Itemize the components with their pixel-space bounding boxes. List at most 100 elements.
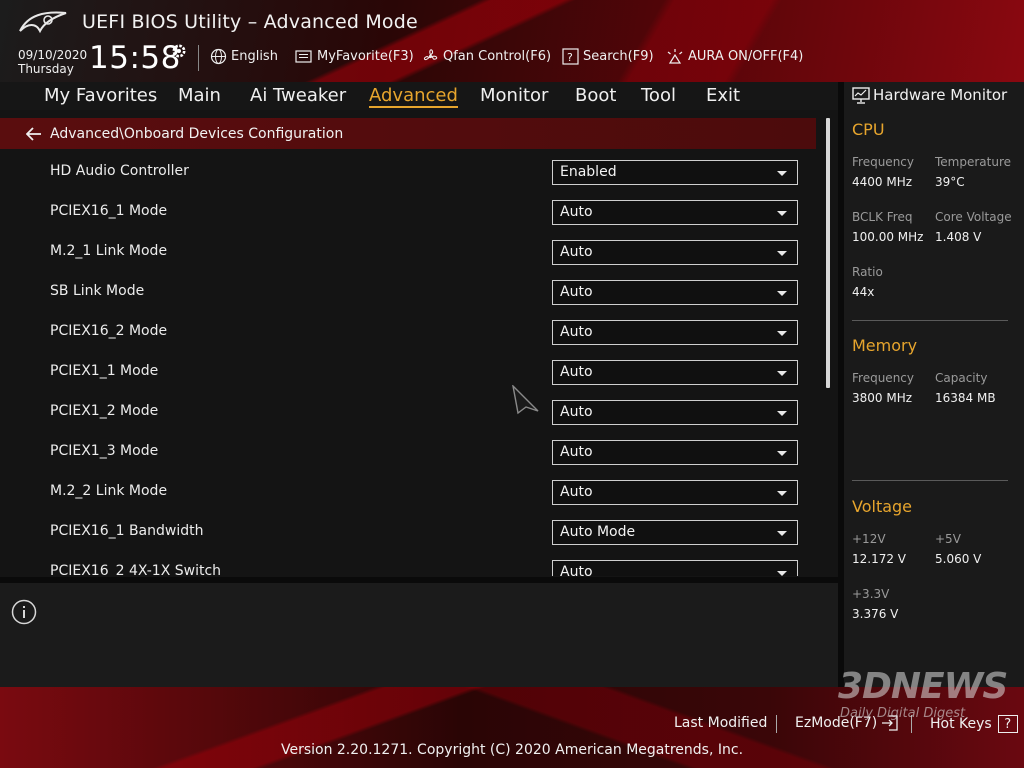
dropdown-value: Auto	[560, 204, 593, 220]
tab-monitor[interactable]: Monitor	[480, 85, 548, 106]
setting-dropdown[interactable]: Auto	[552, 480, 798, 505]
date-text: 09/10/2020	[18, 48, 88, 62]
3dnews-watermark: 3DNEWS Daily Digital Digest	[838, 666, 1018, 726]
memory-capacity-label: Capacity	[935, 371, 988, 385]
search-button[interactable]: ? Search(F9)	[562, 46, 654, 66]
tab-main[interactable]: Main	[178, 85, 221, 106]
header-separator	[198, 45, 199, 71]
v12-label: +12V	[852, 532, 886, 546]
tab-exit[interactable]: Exit	[706, 85, 740, 106]
v12-value: 12.172 V	[852, 552, 907, 566]
language-label: English	[231, 48, 278, 64]
setting-row[interactable]: PCIEX1_1 Mode Auto	[0, 352, 820, 392]
setting-label: PCIEX1_3 Mode	[50, 443, 159, 459]
setting-row[interactable]: M.2_1 Link Mode Auto	[0, 232, 820, 272]
setting-dropdown[interactable]: Auto	[552, 560, 798, 576]
core-voltage-value: 1.408 V	[935, 230, 982, 244]
dropdown-caret-icon	[777, 411, 787, 416]
setting-dropdown[interactable]: Auto	[552, 280, 798, 305]
setting-label: PCIEX16_2 4X-1X Switch	[50, 563, 222, 576]
v33-value: 3.376 V	[852, 607, 899, 621]
dropdown-caret-icon	[777, 171, 787, 176]
myfavorite-button[interactable]: MyFavorite(F3)	[295, 46, 414, 66]
dropdown-caret-icon	[777, 331, 787, 336]
dropdown-caret-icon	[777, 491, 787, 496]
setting-row[interactable]: PCIEX1_3 Mode Auto	[0, 432, 820, 472]
v5-label: +5V	[935, 532, 961, 546]
mouse-pointer-icon	[512, 385, 539, 415]
setting-dropdown[interactable]: Auto	[552, 320, 798, 345]
time-display: 15:58	[89, 40, 181, 76]
dropdown-value: Enabled	[560, 164, 617, 180]
hardware-monitor-title: Hardware Monitor	[852, 86, 1007, 104]
setting-dropdown[interactable]: Enabled	[552, 160, 798, 185]
search-label: Search(F9)	[583, 48, 654, 64]
help-panel	[0, 583, 838, 687]
main-menu-tabs: My Favorites Main Ai Tweaker Advanced Mo…	[0, 82, 838, 110]
globe-icon	[210, 48, 227, 64]
setting-dropdown[interactable]: Auto	[552, 440, 798, 465]
cpu-frequency-value: 4400 MHz	[852, 175, 913, 189]
tab-tool[interactable]: Tool	[641, 85, 676, 106]
setting-row[interactable]: SB Link Mode Auto	[0, 272, 820, 312]
dropdown-caret-icon	[777, 371, 787, 376]
bclk-label: BCLK Freq	[852, 210, 913, 224]
setting-dropdown[interactable]: Auto	[552, 360, 798, 385]
setting-dropdown[interactable]: Auto	[552, 240, 798, 265]
setting-row[interactable]: PCIEX16_2 4X-1X Switch Auto	[0, 552, 820, 576]
aura-label: AURA ON/OFF(F4)	[688, 48, 804, 64]
language-button[interactable]: English	[210, 46, 278, 66]
settings-scrollbar[interactable]	[826, 118, 830, 388]
memory-section-divider	[852, 480, 1008, 481]
hardware-monitor-panel: Hardware Monitor CPU Frequency Temperatu…	[844, 82, 1024, 687]
memory-capacity-value: 16384 MB	[935, 391, 996, 405]
setting-dropdown[interactable]: Auto	[552, 200, 798, 225]
last-modified-button[interactable]: Last Modified	[674, 715, 767, 731]
setting-row[interactable]: HD Audio Controller Enabled	[0, 152, 820, 192]
gear-icon[interactable]	[170, 42, 188, 60]
tab-advanced[interactable]: Advanced	[369, 85, 458, 108]
dropdown-value: Auto	[560, 404, 593, 420]
setting-label: SB Link Mode	[50, 283, 145, 299]
voltage-heading: Voltage	[852, 497, 913, 516]
setting-row[interactable]: PCIEX16_2 Mode Auto	[0, 312, 820, 352]
cpu-frequency-label: Frequency	[852, 155, 914, 169]
setting-row[interactable]: M.2_2 Link Mode Auto	[0, 472, 820, 512]
dropdown-value: Auto	[560, 484, 593, 500]
footer-separator	[776, 715, 777, 733]
setting-label: HD Audio Controller	[50, 163, 189, 179]
dropdown-caret-icon	[777, 571, 787, 576]
setting-label: M.2_2 Link Mode	[50, 483, 168, 499]
memory-frequency-value: 3800 MHz	[852, 391, 913, 405]
dropdown-value: Auto	[560, 364, 593, 380]
fan-icon	[423, 48, 438, 60]
tab-ai-tweaker[interactable]: Ai Tweaker	[250, 85, 346, 106]
dropdown-value: Auto	[560, 324, 593, 340]
info-icon	[11, 599, 37, 625]
dropdown-caret-icon	[777, 531, 787, 536]
setting-label: M.2_1 Link Mode	[50, 243, 168, 259]
setting-label: PCIEX1_1 Mode	[50, 363, 159, 379]
dropdown-value: Auto	[560, 564, 593, 576]
copyright-text: Version 2.20.1271. Copyright (C) 2020 Am…	[280, 742, 744, 758]
watermark-tagline: Daily Digital Digest	[840, 706, 966, 721]
setting-dropdown[interactable]: Auto	[552, 400, 798, 425]
tab-boot[interactable]: Boot	[575, 85, 616, 106]
setting-label: PCIEX16_2 Mode	[50, 323, 168, 339]
back-arrow-icon[interactable]	[26, 126, 42, 141]
cpu-temperature-value: 39°C	[935, 175, 965, 189]
dropdown-caret-icon	[777, 451, 787, 456]
svg-text:?: ?	[567, 51, 573, 64]
dropdown-value: Auto	[560, 284, 593, 300]
setting-dropdown[interactable]: Auto Mode	[552, 520, 798, 545]
dropdown-value: Auto	[560, 244, 593, 260]
aura-icon	[667, 48, 683, 64]
setting-row[interactable]: PCIEX16_1 Mode Auto	[0, 192, 820, 232]
dropdown-value: Auto Mode	[560, 524, 636, 540]
tab-my-favorites[interactable]: My Favorites	[44, 85, 157, 106]
aura-toggle-button[interactable]: AURA ON/OFF(F4)	[666, 46, 803, 66]
monitor-icon	[852, 86, 870, 104]
setting-row[interactable]: PCIEX16_1 Bandwidth Auto Mode	[0, 512, 820, 552]
setting-row[interactable]: PCIEX1_2 Mode Auto	[0, 392, 820, 432]
qfan-control-button[interactable]: Qfan Control(F6)	[422, 46, 551, 66]
